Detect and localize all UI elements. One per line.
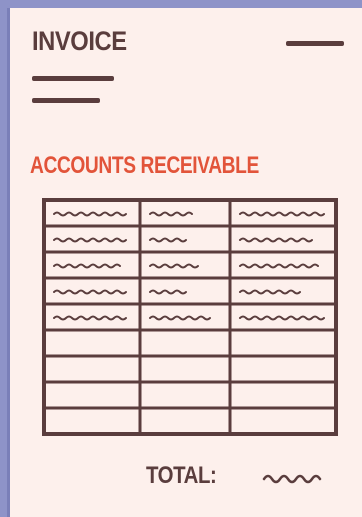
total-label: TOTAL: [146,462,217,489]
invoice-page: INVOICE ACCOUNTS RECEIVABLE TOTAL: [10,8,362,517]
table-cell-scribble [239,315,325,321]
table-cell-scribble [239,289,301,295]
table-cell-scribble [149,237,187,243]
receivables-table-graphic [42,198,338,436]
section-heading: ACCOUNTS RECEIVABLE [30,152,259,179]
table-cell-scribble [239,237,313,243]
table-cell-scribble [149,211,193,217]
table-cell-scribble [53,315,127,321]
table-cell-scribble [239,263,319,269]
address-line-2 [32,98,100,103]
header-right-line [286,41,344,46]
table-cell-scribble [149,289,187,295]
table-cell-scribble [149,315,211,321]
receivables-table [40,196,340,438]
table-cell-scribble [149,263,199,269]
table-cell-scribble [53,263,121,269]
table-cell-scribble [53,289,127,295]
table-cell-scribble [53,211,127,217]
address-line-1 [32,76,114,81]
total-value-scribble [262,474,322,484]
table-cell-scribble [53,237,127,243]
table-cell-scribble [239,211,325,217]
invoice-title: INVOICE [32,26,127,56]
